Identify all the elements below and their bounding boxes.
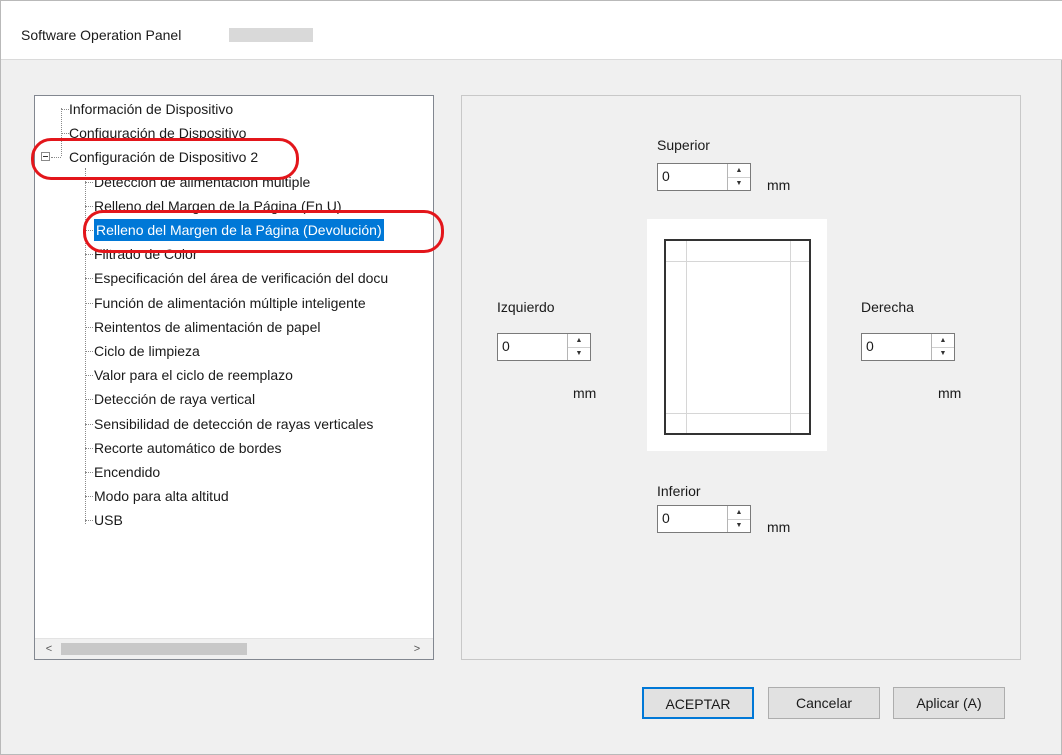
tree-item[interactable]: Función de alimentación múltiple intelig… bbox=[94, 292, 366, 314]
right-margin-guide bbox=[790, 241, 791, 433]
settings-tree[interactable]: < > Información de Dispositivo Configurac… bbox=[34, 95, 434, 660]
top-margin-unit: mm bbox=[767, 177, 791, 193]
tree-connector-line bbox=[61, 109, 69, 110]
bottom-margin-unit: mm bbox=[767, 519, 791, 535]
tree-connector-line bbox=[61, 133, 69, 135]
tree-connector-line bbox=[85, 351, 93, 352]
spin-up-icon[interactable]: ▲ bbox=[728, 164, 750, 178]
spin-up-icon[interactable]: ▲ bbox=[568, 334, 590, 348]
tree-item[interactable]: Sensibilidad de detección de rayas verti… bbox=[94, 413, 373, 435]
tree-connector-line bbox=[85, 205, 93, 207]
horizontal-scrollbar[interactable]: < > bbox=[35, 638, 433, 659]
tree-item[interactable]: Filtrado de Color bbox=[94, 243, 198, 265]
right-margin-spinbox[interactable]: 0 ▲ ▼ bbox=[861, 333, 955, 361]
tree-item[interactable]: Configuración de Dispositivo bbox=[69, 122, 246, 144]
tree-connector-line bbox=[85, 302, 93, 304]
bottom-margin-guide bbox=[666, 413, 809, 414]
tree-item[interactable]: Encendido bbox=[94, 461, 160, 483]
right-margin-unit: mm bbox=[938, 385, 962, 401]
tree-connector-line bbox=[85, 423, 93, 425]
right-margin-value[interactable]: 0 bbox=[866, 338, 874, 354]
tree-connector-line bbox=[85, 496, 93, 498]
tree-connector-line bbox=[51, 157, 61, 159]
redacted-model-name bbox=[229, 28, 313, 42]
tree-connector-line bbox=[85, 254, 93, 256]
tree-item[interactable]: Valor para el ciclo de reemplazo bbox=[94, 364, 293, 386]
tree-connector-line bbox=[85, 168, 86, 524]
tree-item[interactable]: Detección de raya vertical bbox=[94, 388, 255, 410]
spin-up-icon[interactable]: ▲ bbox=[932, 334, 954, 348]
tree-connector-line bbox=[85, 375, 93, 377]
left-margin-label: Izquierdo bbox=[497, 299, 555, 315]
spin-down-icon[interactable]: ▼ bbox=[728, 177, 750, 190]
spin-down-icon[interactable]: ▼ bbox=[932, 347, 954, 360]
tree-connector-line bbox=[85, 447, 93, 449]
tree-item[interactable]: Modo para alta altitud bbox=[94, 485, 229, 507]
scrollbar-thumb[interactable] bbox=[61, 643, 247, 655]
left-margin-guide bbox=[686, 241, 687, 433]
tree-connector-line bbox=[85, 399, 93, 401]
window-title: Software Operation Panel bbox=[21, 27, 182, 43]
scroll-left-arrow-icon[interactable]: < bbox=[41, 641, 57, 657]
tree-connector-line bbox=[85, 472, 93, 473]
left-margin-value[interactable]: 0 bbox=[502, 338, 510, 354]
tree-connector-line bbox=[85, 278, 93, 280]
collapse-icon[interactable] bbox=[41, 152, 50, 161]
bottom-margin-value[interactable]: 0 bbox=[662, 510, 670, 526]
tree-connector-line bbox=[85, 520, 93, 522]
tree-item-selected[interactable]: Relleno del Margen de la Página (Devoluc… bbox=[94, 219, 384, 241]
ok-button[interactable]: ACEPTAR bbox=[642, 687, 754, 719]
tree-item[interactable]: Detección de alimentación múltiple bbox=[94, 171, 310, 193]
tree-connector-line bbox=[85, 326, 93, 328]
top-margin-spinbox[interactable]: 0 ▲ ▼ bbox=[657, 163, 751, 191]
spin-up-icon[interactable]: ▲ bbox=[728, 506, 750, 520]
top-margin-guide bbox=[666, 261, 809, 262]
tree-item[interactable]: Ciclo de limpieza bbox=[94, 340, 200, 362]
top-margin-value[interactable]: 0 bbox=[662, 168, 670, 184]
tree-connector-line bbox=[85, 230, 93, 231]
apply-button[interactable]: Aplicar (A) bbox=[893, 687, 1005, 719]
dialog-window: Software Operation Panel < > Información… bbox=[0, 0, 1062, 755]
left-margin-spinbox[interactable]: 0 ▲ ▼ bbox=[497, 333, 591, 361]
tree-item[interactable]: Información de Dispositivo bbox=[69, 98, 233, 120]
tree-item[interactable]: Recorte automático de bordes bbox=[94, 437, 282, 459]
tree-connector-line bbox=[61, 108, 62, 156]
tree-item[interactable]: Reintentos de alimentación de papel bbox=[94, 316, 321, 338]
page-preview-icon bbox=[664, 239, 811, 435]
tree-connector-line bbox=[85, 181, 93, 183]
bottom-margin-label: Inferior bbox=[657, 483, 701, 499]
left-margin-unit: mm bbox=[573, 385, 597, 401]
tree-item[interactable]: USB bbox=[94, 509, 123, 531]
spin-down-icon[interactable]: ▼ bbox=[728, 519, 750, 532]
cancel-button[interactable]: Cancelar bbox=[768, 687, 880, 719]
top-margin-label: Superior bbox=[657, 137, 710, 153]
tree-item[interactable]: Configuración de Dispositivo 2 bbox=[69, 146, 258, 168]
bottom-margin-spinbox[interactable]: 0 ▲ ▼ bbox=[657, 505, 751, 533]
tree-item[interactable]: Relleno del Margen de la Página (En U) bbox=[94, 195, 341, 217]
tree-item[interactable]: Especificación del área de verificación … bbox=[94, 267, 388, 289]
spin-down-icon[interactable]: ▼ bbox=[568, 347, 590, 360]
scroll-right-arrow-icon[interactable]: > bbox=[409, 641, 425, 657]
right-margin-label: Derecha bbox=[861, 299, 914, 315]
title-bar: Software Operation Panel bbox=[1, 1, 1062, 60]
